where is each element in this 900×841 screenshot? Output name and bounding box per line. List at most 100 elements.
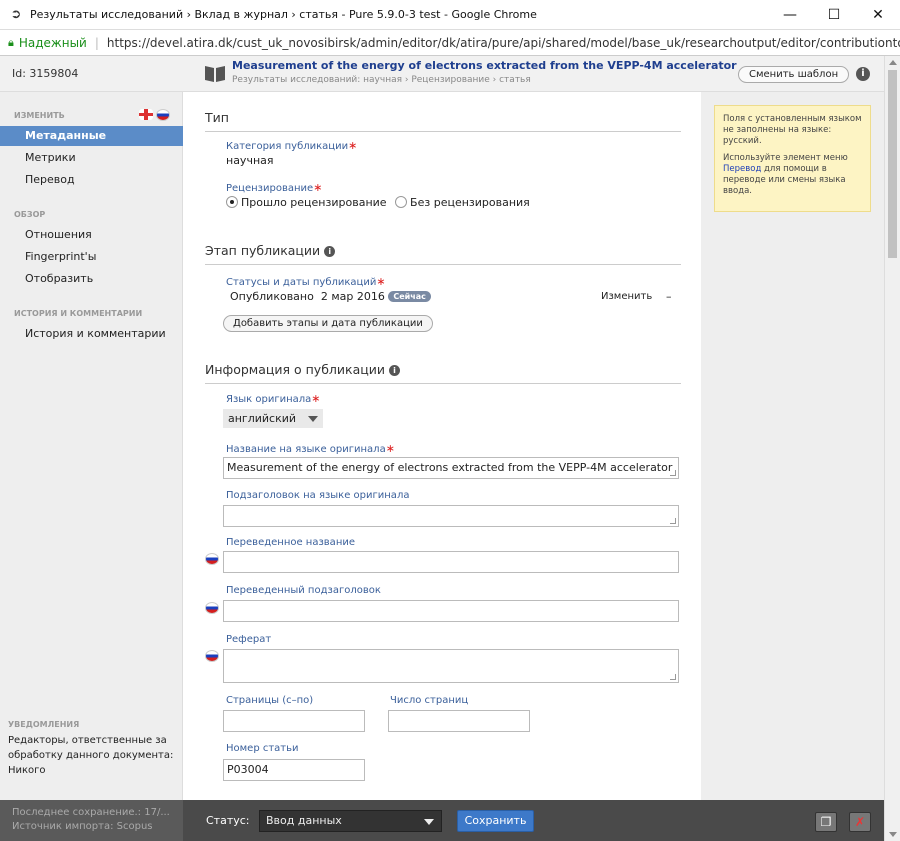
- record-title: Measurement of the energy of electrons e…: [232, 59, 737, 72]
- category-label: Категория публикации∗: [226, 139, 357, 152]
- record-subtitle: Результаты исследований: научная › Рецен…: [232, 75, 531, 85]
- radio-not-reviewed-label[interactable]: Без рецензирования: [410, 196, 530, 209]
- category-value: научная: [226, 154, 274, 167]
- record-header: Id: 3159804 Measurement of the energy of…: [0, 56, 900, 92]
- scroll-up-arrow-icon[interactable]: [889, 60, 897, 65]
- sidebar-heading-overview: ОБЗОР: [14, 210, 46, 219]
- article-number-value: P03004: [227, 763, 269, 776]
- section-stage-title: Этап публикации: [205, 243, 321, 258]
- chevron-down-icon: [424, 819, 434, 825]
- lang-label-text: Язык оригинала: [226, 394, 312, 405]
- sidebar-item-fingerprints[interactable]: Fingerprint'ы: [0, 247, 183, 267]
- pages-field[interactable]: [223, 710, 365, 732]
- last-save-text: Последнее сохранение.: 17/...: [12, 807, 170, 818]
- status-badge: Сейчас: [388, 291, 431, 302]
- status-label: Статус:: [206, 814, 250, 827]
- orig-subtitle-field[interactable]: [223, 505, 679, 527]
- required-mark: ∗: [311, 392, 321, 405]
- delete-icon[interactable]: ✗: [849, 812, 871, 832]
- notifications-panel: УВЕДОМЛЕНИЯ Редакторы, ответственные за …: [0, 720, 183, 778]
- trans-title-field[interactable]: [223, 551, 679, 573]
- info-icon[interactable]: i: [856, 67, 870, 81]
- sidebar-item-display[interactable]: Отобразить: [0, 269, 183, 289]
- article-number-field[interactable]: P03004: [223, 759, 365, 781]
- review-label: Рецензирование∗: [226, 181, 322, 194]
- orig-title-field[interactable]: Measurement of the energy of electrons e…: [223, 457, 679, 479]
- required-mark: ∗: [348, 139, 358, 152]
- address-separator: |: [94, 35, 99, 50]
- status-select[interactable]: Ввод данных: [259, 810, 442, 832]
- lang-label: Язык оригинала∗: [226, 392, 321, 405]
- scrollbar-thumb[interactable]: [888, 70, 897, 258]
- category-label-text: Категория публикации: [226, 141, 349, 152]
- window-title: Результаты исследований › Вклад в журнал…: [30, 8, 537, 21]
- add-stage-button[interactable]: Добавить этапы и дата публикации: [223, 315, 433, 332]
- notifications-text: Редакторы, ответственные за обработку да…: [8, 735, 174, 776]
- import-source-text: Источник импорта: Scopus: [12, 821, 153, 832]
- language-select[interactable]: английский: [223, 409, 323, 428]
- required-mark: ∗: [376, 275, 386, 288]
- sidebar-item-history[interactable]: История и комментарии: [0, 324, 183, 344]
- status-value: Опубликовано: [230, 290, 314, 303]
- remove-button[interactable]: –: [666, 290, 672, 303]
- sidebar: ИЗМЕНИТЬ Метаданные Метрики Перевод ОБЗО…: [0, 92, 183, 800]
- sidebar-item-translation[interactable]: Перевод: [0, 170, 183, 190]
- review-label-text: Рецензирование: [226, 183, 314, 194]
- orig-subtitle-label: Подзаголовок на языке оригинала: [226, 490, 410, 501]
- radio-not-reviewed[interactable]: [395, 196, 408, 208]
- orig-title-value: Measurement of the energy of electrons e…: [227, 461, 673, 474]
- edit-link[interactable]: Изменить: [601, 291, 652, 302]
- sidebar-item-metrics[interactable]: Метрики: [0, 148, 183, 168]
- abstract-label: Реферат: [226, 634, 272, 645]
- right-panel: Поля с установленным языком не заполнены…: [701, 92, 884, 800]
- page-count-label: Число страниц: [390, 695, 469, 706]
- save-button[interactable]: Сохранить: [457, 810, 534, 832]
- footer-bar: Последнее сохранение.: 17/... Источник и…: [0, 800, 884, 841]
- footer-info: Последнее сохранение.: 17/... Источник и…: [0, 800, 183, 841]
- required-mark: ∗: [385, 442, 395, 455]
- resize-handle[interactable]: [670, 470, 676, 476]
- resize-handle[interactable]: [670, 518, 676, 524]
- trans-subtitle-label: Переведенный подзаголовок: [226, 585, 381, 596]
- uk-flag-icon[interactable]: [139, 109, 153, 120]
- book-icon: [204, 63, 226, 83]
- status-label-text: Статусы и даты публикаций: [226, 277, 377, 288]
- maximize-button[interactable]: ☐: [812, 0, 856, 30]
- abstract-field[interactable]: [223, 649, 679, 683]
- radio-reviewed[interactable]: [226, 196, 238, 208]
- ru-flag-icon[interactable]: [156, 109, 170, 121]
- ru-flag-icon: [205, 602, 219, 614]
- address-bar[interactable]: 🔒︎ Надежный | https://devel.atira.dk/cus…: [0, 30, 900, 56]
- sidebar-item-relations[interactable]: Отношения: [0, 225, 183, 245]
- change-template-button[interactable]: Сменить шаблон: [738, 66, 850, 83]
- sidebar-heading-history: ИСТОРИЯ И КОММЕНТАРИИ: [14, 309, 143, 318]
- editor-form: Тип Категория публикации∗ научная Реценз…: [184, 92, 700, 800]
- vertical-scrollbar[interactable]: [884, 56, 900, 841]
- sidebar-heading-edit: ИЗМЕНИТЬ: [14, 111, 65, 120]
- app-icon: ➲: [10, 7, 22, 22]
- close-button[interactable]: ✕: [856, 0, 900, 30]
- page-count-field[interactable]: [388, 710, 530, 732]
- window-titlebar: ➲ Результаты исследований › Вклад в журн…: [0, 0, 900, 30]
- info-icon[interactable]: i: [324, 246, 336, 257]
- orig-title-label-text: Название на языке оригинала: [226, 444, 386, 455]
- scroll-down-arrow-icon[interactable]: [889, 832, 897, 837]
- minimize-button[interactable]: —: [768, 0, 812, 30]
- resize-handle[interactable]: [670, 674, 676, 680]
- translation-link[interactable]: Перевод: [723, 164, 761, 174]
- notice-line1: Поля с установленным языком не заполнены…: [723, 114, 862, 146]
- language-notice: Поля с установленным языком не заполнены…: [714, 105, 871, 212]
- secure-label: Надежный: [18, 35, 87, 50]
- sidebar-item-metadata[interactable]: Метаданные: [0, 126, 183, 146]
- radio-reviewed-label[interactable]: Прошло рецензирование: [241, 196, 387, 209]
- chevron-down-icon: [308, 416, 318, 422]
- ru-flag-icon: [205, 650, 219, 662]
- status-date: 2 мар 2016: [320, 290, 385, 303]
- review-options: Прошло рецензирование Без рецензирования: [226, 196, 530, 209]
- ru-flag-icon: [205, 553, 219, 565]
- url-text[interactable]: https://devel.atira.dk/cust_uk_novosibir…: [107, 36, 900, 50]
- article-number-label: Номер статьи: [226, 743, 299, 754]
- trans-subtitle-field[interactable]: [223, 600, 679, 622]
- info-icon[interactable]: i: [389, 365, 400, 376]
- copy-icon[interactable]: ❐: [815, 812, 837, 832]
